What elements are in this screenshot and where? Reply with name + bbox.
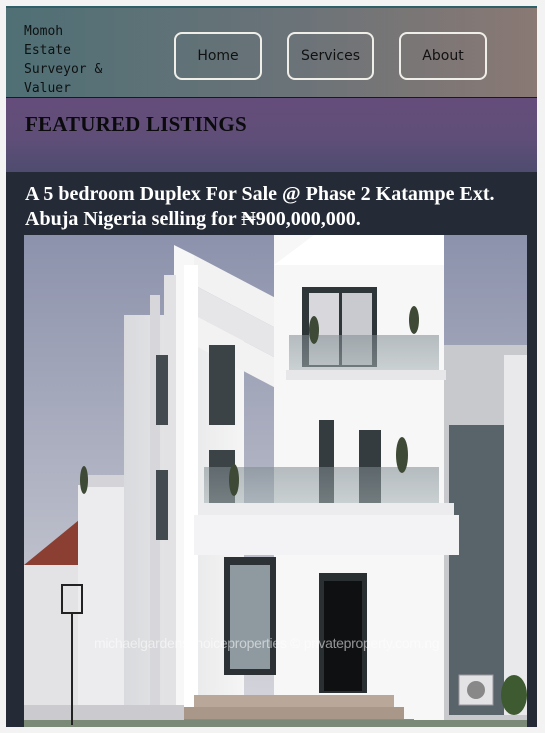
featured-band: FEATURED LISTINGS bbox=[6, 98, 537, 172]
listing-photo[interactable]: michaelgardenschoiceproperties © private… bbox=[24, 235, 527, 727]
nav-services-button[interactable]: Services bbox=[287, 32, 374, 80]
nav-about-button[interactable]: About bbox=[399, 32, 487, 80]
listing-title[interactable]: A 5 bedroom Duplex For Sale @ Phase 2 Ka… bbox=[25, 182, 525, 232]
nav-home-button[interactable]: Home bbox=[174, 32, 262, 80]
listing-card: A 5 bedroom Duplex For Sale @ Phase 2 Ka… bbox=[6, 172, 537, 727]
site-header: Momoh Estate Surveyor & Valuer Home Serv… bbox=[6, 8, 537, 98]
photo-watermark: michaelgardenschoiceproperties © private… bbox=[94, 635, 440, 651]
featured-heading: FEATURED LISTINGS bbox=[25, 112, 247, 136]
house-photo-illustration bbox=[24, 235, 527, 727]
brand-name: Momoh Estate Surveyor & Valuer bbox=[24, 24, 103, 96]
page-frame: Momoh Estate Surveyor & Valuer Home Serv… bbox=[6, 6, 537, 727]
